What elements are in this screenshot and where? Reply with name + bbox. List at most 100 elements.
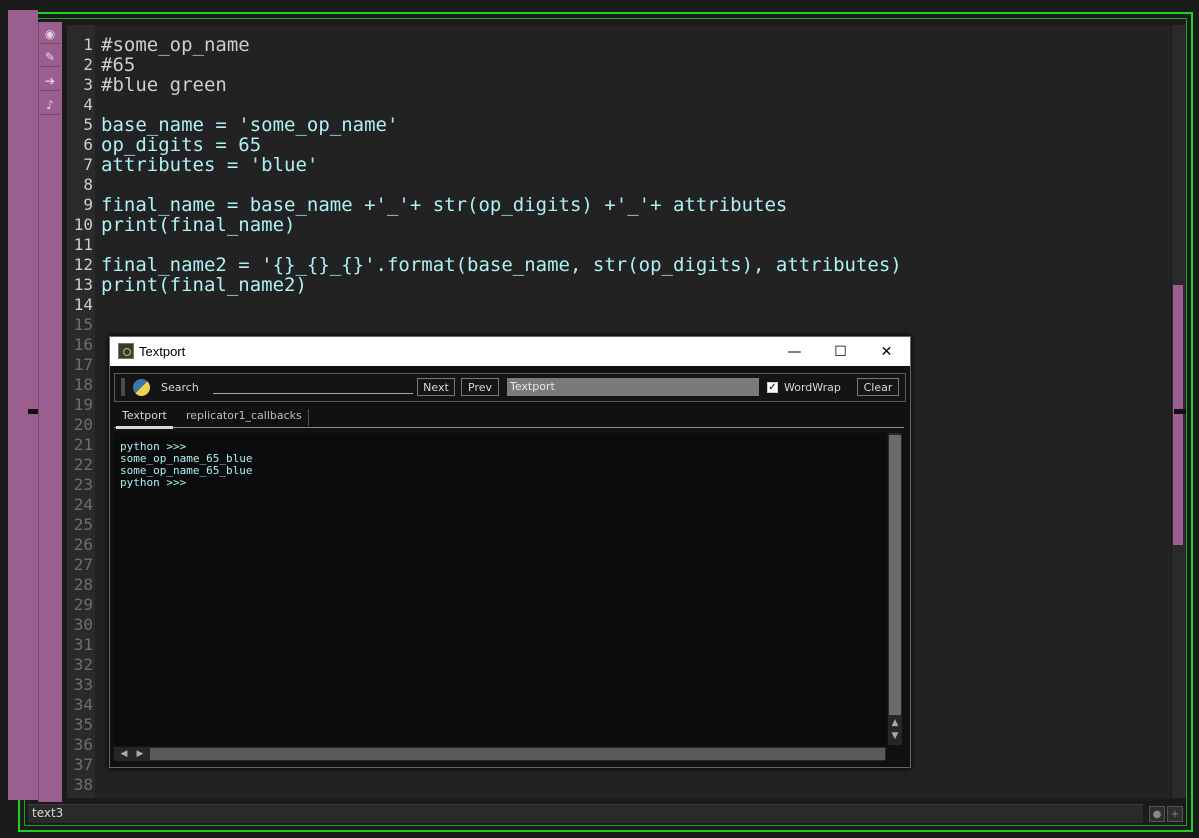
code-line[interactable]: 12 final_name2 = '{}_{}_{}'.format(base_n… — [67, 255, 1167, 275]
link-icon[interactable]: ♪ — [40, 95, 60, 115]
code-line[interactable]: 15 — [67, 315, 1167, 335]
scroll-right-icon[interactable]: ▶ — [134, 748, 146, 760]
line-number: 13 — [73, 275, 93, 294]
next-button[interactable]: Next — [417, 378, 455, 396]
left-accent-strip — [8, 10, 38, 800]
clear-button[interactable]: Clear — [857, 378, 899, 396]
scroll-left-icon[interactable]: ◀ — [118, 748, 130, 760]
scroll-marker-right — [1174, 409, 1186, 414]
graph-icon[interactable]: ✎ — [40, 47, 60, 67]
tab-textport[interactable]: Textport — [116, 409, 173, 429]
textport-app-icon — [118, 343, 134, 359]
line-number: 20 — [73, 415, 93, 434]
line-number: 38 — [73, 775, 93, 794]
line-number: 37 — [73, 755, 93, 774]
prev-button[interactable]: Prev — [461, 378, 499, 396]
line-number: 7 — [83, 155, 93, 174]
textport-horizontal-scrollbar[interactable]: ◀ ▶ — [114, 747, 886, 761]
code-line[interactable]: 6 op_digits = 65 — [67, 135, 1167, 155]
code-text: #blue green — [101, 74, 227, 96]
code-line[interactable]: 8 — [67, 175, 1167, 195]
line-number: 31 — [73, 635, 93, 654]
line-number: 15 — [73, 315, 93, 334]
line-number: 22 — [73, 455, 93, 474]
line-number: 27 — [73, 555, 93, 574]
code-line[interactable]: 11 — [67, 235, 1167, 255]
line-number: 28 — [73, 575, 93, 594]
line-number: 25 — [73, 515, 93, 534]
line-number: 26 — [73, 535, 93, 554]
python-icon — [133, 379, 150, 396]
line-number: 9 — [83, 195, 93, 214]
textport-titlebar[interactable]: Textport — ☐ ✕ — [110, 337, 910, 366]
toolbar-grip[interactable] — [121, 378, 125, 396]
close-icon[interactable]: ✕ — [864, 337, 909, 366]
code-text: base_name = 'some_op_name' — [101, 114, 399, 136]
minimize-icon[interactable]: — — [772, 337, 817, 366]
code-line[interactable]: 1 #some_op_name — [67, 35, 1167, 55]
line-number: 33 — [73, 675, 93, 694]
code-text: op_digits = 65 — [101, 134, 262, 156]
textport-vscroll-thumb[interactable] — [889, 435, 901, 715]
code-text: final_name2 = '{}_{}_{}'.format(base_nam… — [101, 254, 902, 276]
line-number: 19 — [73, 395, 93, 414]
line-number: 2 — [83, 55, 93, 74]
line-number: 11 — [73, 235, 93, 254]
code-line[interactable]: 9 final_name = base_name +'_'+ str(op_dig… — [67, 195, 1167, 215]
editor-scroll-thumb[interactable] — [1173, 285, 1183, 545]
code-line[interactable]: 7 attributes = 'blue' — [67, 155, 1167, 175]
line-number: 16 — [73, 335, 93, 354]
search-input[interactable] — [213, 393, 413, 394]
line-number: 18 — [73, 375, 93, 394]
line-number: 24 — [73, 495, 93, 514]
textport-vertical-scrollbar[interactable]: ▲ ▼ — [888, 433, 902, 745]
scroll-marker-left — [28, 409, 38, 414]
editor-toolbar — [38, 22, 62, 802]
line-number: 6 — [83, 135, 93, 154]
line-number: 32 — [73, 655, 93, 674]
line-number: 14 — [73, 295, 93, 314]
line-number: 30 — [73, 615, 93, 634]
wordwrap-checkbox[interactable]: ✓ — [767, 382, 778, 393]
line-number: 4 — [83, 95, 93, 114]
context-field[interactable]: Textport — [507, 378, 759, 396]
line-number: 35 — [73, 715, 93, 734]
line-number: 1 — [83, 35, 93, 54]
scroll-down-icon[interactable]: ▼ — [889, 730, 901, 742]
node-name-label: text3 — [32, 806, 64, 820]
target-icon[interactable]: ◉ — [40, 24, 60, 44]
textport-hscroll-thumb[interactable] — [150, 748, 885, 760]
line-number: 12 — [73, 255, 93, 274]
circle-icon[interactable]: ● — [1149, 806, 1165, 822]
line-number: 10 — [73, 215, 93, 234]
code-line[interactable]: 4 — [67, 95, 1167, 115]
line-number: 8 — [83, 175, 93, 194]
maximize-icon[interactable]: ☐ — [818, 337, 863, 366]
code-text: #some_op_name — [101, 34, 250, 56]
textport-window: Textport — ☐ ✕ Search Next Prev Textport… — [109, 336, 911, 768]
line-number: 36 — [73, 735, 93, 754]
code-text: attributes = 'blue' — [101, 154, 319, 176]
code-text: #65 — [101, 54, 136, 76]
textport-output[interactable]: python >>> some_op_name_65_blue some_op_… — [114, 433, 886, 745]
code-line[interactable]: 38 — [67, 775, 1167, 795]
line-number: 5 — [83, 115, 93, 134]
code-line[interactable]: 13 print(final_name2) — [67, 275, 1167, 295]
output-line: python >>> — [120, 476, 187, 489]
line-number: 29 — [73, 595, 93, 614]
line-number: 17 — [73, 355, 93, 374]
textport-tabs: Textport replicator1_callbacks — [114, 405, 904, 429]
code-line[interactable]: 14 — [67, 295, 1167, 315]
code-line[interactable]: 5 base_name = 'some_op_name' — [67, 115, 1167, 135]
textport-toolbar: Search Next Prev Textport ✓ WordWrap Cle… — [114, 373, 906, 402]
status-bar: text3 — [28, 804, 1143, 823]
line-number: 3 — [83, 75, 93, 94]
search-label: Search — [161, 381, 199, 394]
scroll-up-icon[interactable]: ▲ — [889, 717, 901, 729]
plus-icon[interactable]: + — [1167, 806, 1183, 822]
code-line[interactable]: 2 #65 — [67, 55, 1167, 75]
code-line[interactable]: 3 #blue green — [67, 75, 1167, 95]
tab-replicator1-callbacks[interactable]: replicator1_callbacks — [180, 409, 309, 426]
arrow-right-icon[interactable]: ➔ — [40, 71, 60, 91]
code-line[interactable]: 10 print(final_name) — [67, 215, 1167, 235]
